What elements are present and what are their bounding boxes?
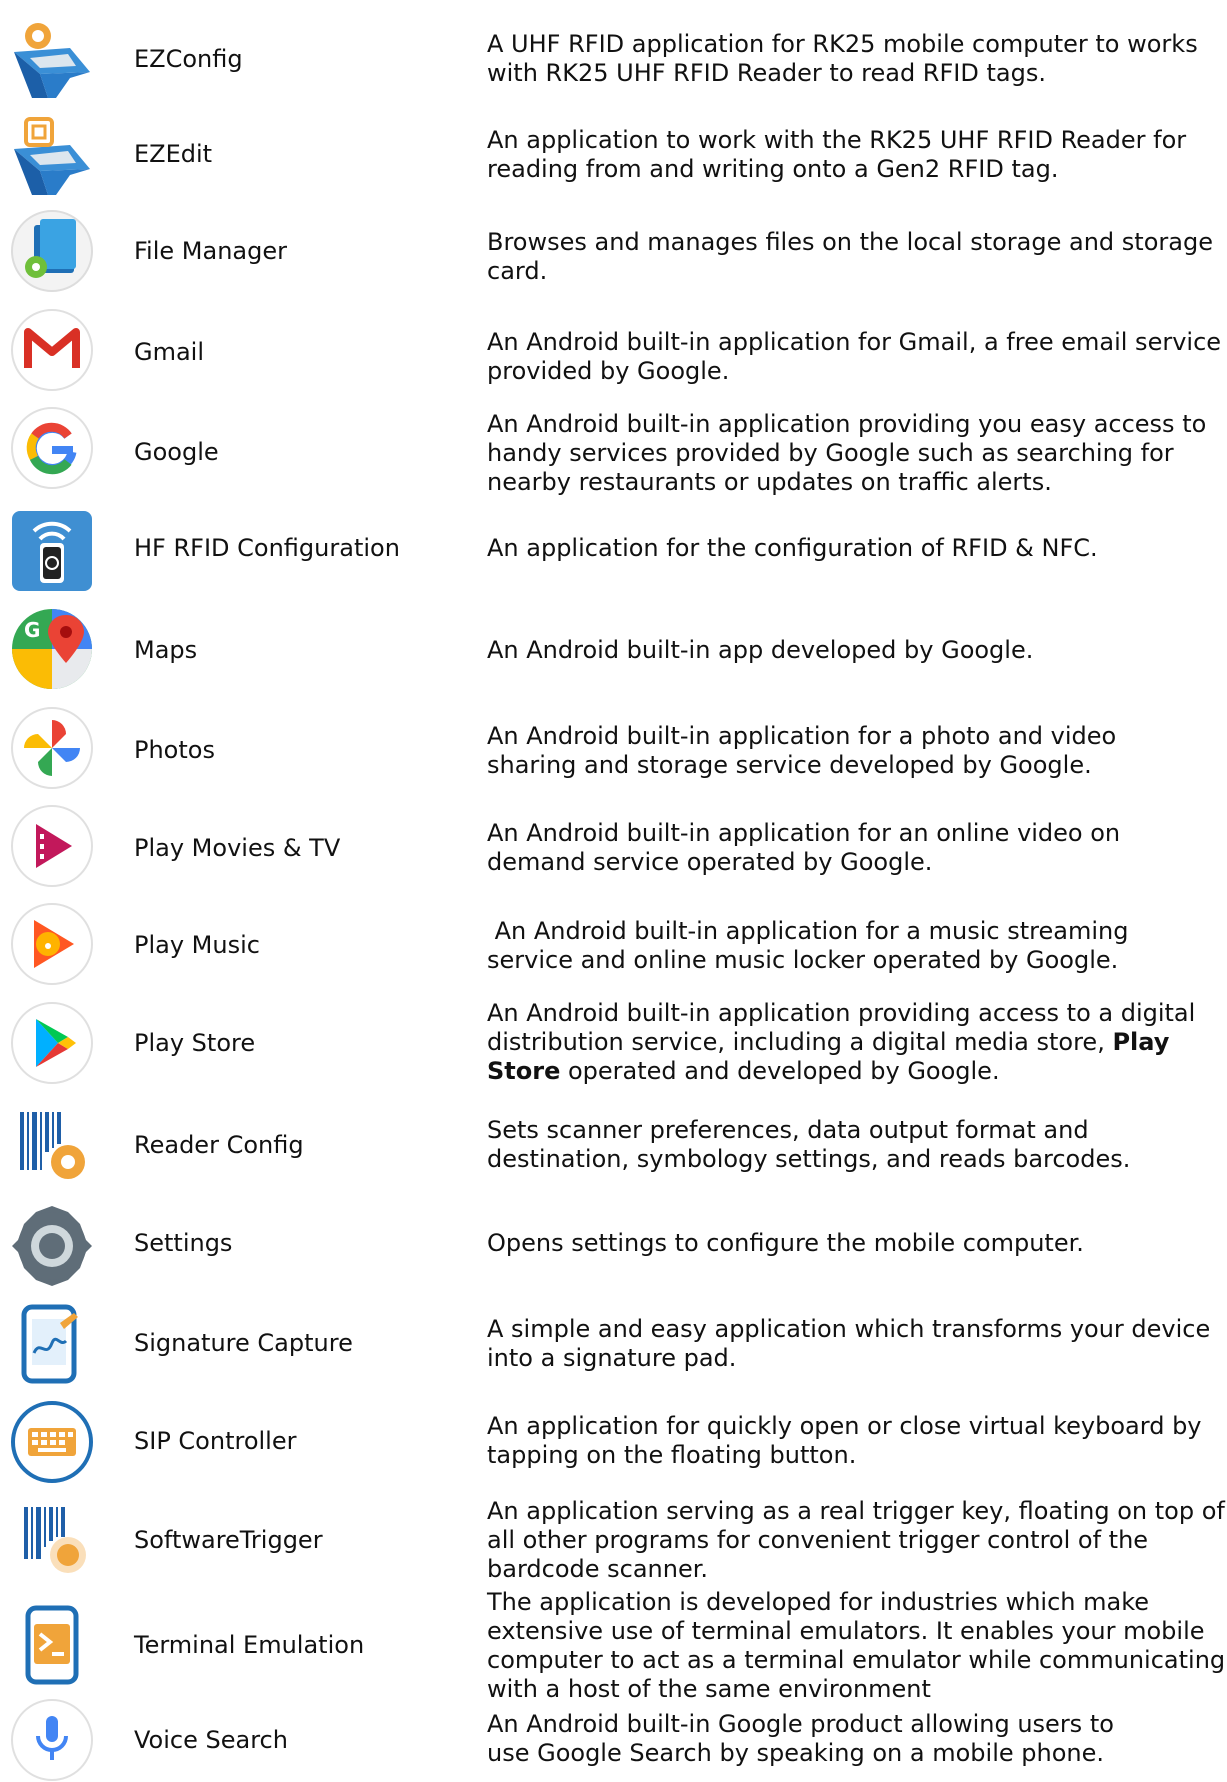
app-name: Maps: [134, 636, 198, 664]
app-description: An Android built-in application providin…: [487, 999, 1196, 1085]
app-description: An application to work with the RK25 UHF…: [487, 126, 1187, 183]
app-name: SIP Controller: [134, 1427, 297, 1455]
gmail-icon: [10, 308, 94, 392]
app-name: Play Music: [134, 931, 260, 959]
app-name: Terminal Emulation: [134, 1631, 365, 1659]
app-description: An application for the configuration of …: [487, 534, 1098, 562]
app-name: SoftwareTrigger: [134, 1526, 323, 1554]
app-name: File Manager: [134, 237, 287, 265]
app-description: An Android built-in Google product allow…: [487, 1710, 1114, 1767]
app-name: Settings: [134, 1229, 233, 1257]
software-trigger-icon: [10, 1499, 94, 1583]
signature-capture-icon: [10, 1303, 94, 1387]
app-description: An Android built-in app developed by Goo…: [487, 636, 1034, 664]
app-name: EZEdit: [134, 140, 213, 168]
maps-icon: G: [10, 607, 94, 691]
file-manager-icon: [10, 209, 94, 293]
play-movies-icon: [10, 804, 94, 888]
app-description: An Android built-in application for a ph…: [487, 722, 1117, 779]
sip-controller-icon: [10, 1400, 94, 1484]
app-description: An Android built-in application for an o…: [487, 819, 1121, 876]
terminal-emulation-icon: [10, 1604, 94, 1688]
app-name: Play Movies & TV: [134, 834, 341, 862]
play-store-icon: [10, 1001, 94, 1085]
app-description: Sets scanner preferences, data output fo…: [487, 1116, 1131, 1173]
app-description: Browses and manages files on the local s…: [487, 228, 1213, 285]
photos-icon: [10, 706, 94, 790]
voice-search-icon: [10, 1698, 94, 1782]
app-name: Photos: [134, 736, 215, 764]
play-music-icon: [10, 902, 94, 986]
app-name: Signature Capture: [134, 1329, 353, 1357]
hf-rfid-icon: [10, 509, 94, 593]
app-description: An Android built-in application for Gmai…: [487, 328, 1222, 385]
app-name: HF RFID Configuration: [134, 534, 400, 562]
app-description: An Android built-in application providin…: [487, 410, 1207, 496]
settings-icon: [10, 1204, 94, 1288]
google-icon: [10, 406, 94, 490]
ezedit-icon: [10, 111, 94, 195]
app-name: Voice Search: [134, 1726, 288, 1754]
app-description: An Android built-in application for a mu…: [487, 917, 1129, 974]
app-description: An application for quickly open or close…: [487, 1412, 1202, 1469]
app-name: Google: [134, 438, 219, 466]
app-name: Play Store: [134, 1029, 256, 1057]
app-description: An application serving as a real trigger…: [487, 1497, 1225, 1583]
app-description: A simple and easy application which tran…: [487, 1315, 1211, 1372]
app-name: Reader Config: [134, 1131, 304, 1159]
app-description: The application is developed for industr…: [487, 1588, 1226, 1703]
svg-text:G: G: [24, 618, 40, 642]
app-name: Gmail: [134, 338, 205, 366]
ezconfig-icon: [10, 14, 94, 98]
app-description: Opens settings to configure the mobile c…: [487, 1229, 1084, 1257]
app-name: EZConfig: [134, 45, 243, 73]
reader-config-icon: [10, 1104, 94, 1188]
app-description: A UHF RFID application for RK25 mobile c…: [487, 30, 1198, 87]
